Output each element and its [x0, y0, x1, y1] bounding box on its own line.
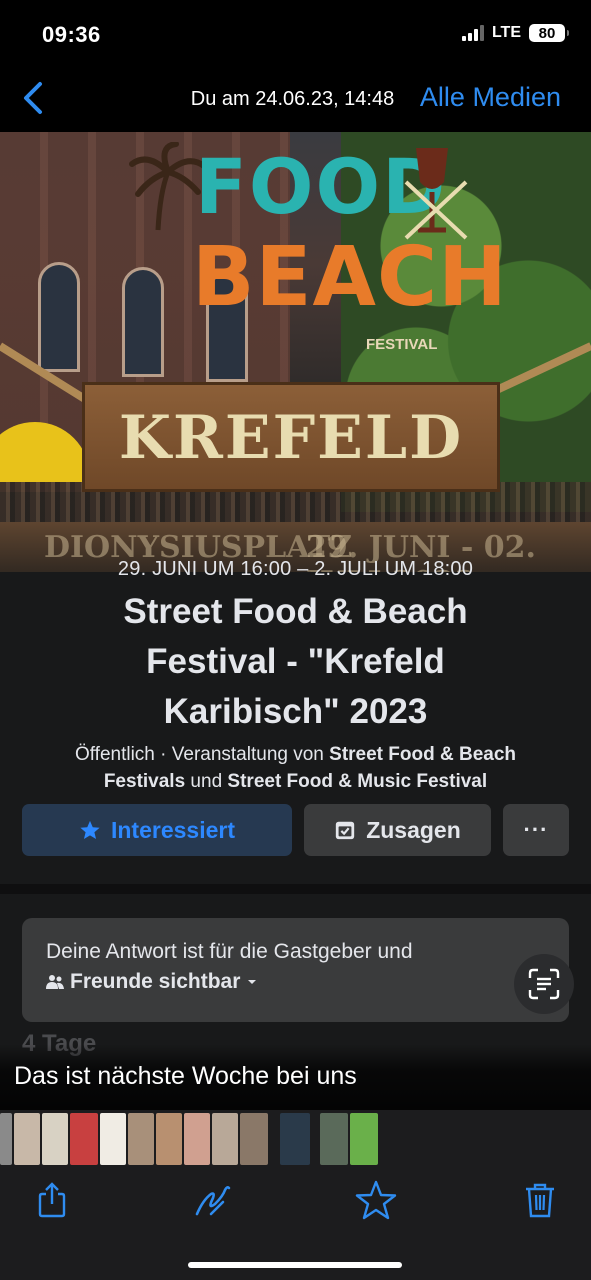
- host-and: und: [185, 771, 228, 792]
- logo-festival: FESTIVAL: [366, 336, 438, 353]
- thumbnail[interactable]: [240, 1113, 268, 1165]
- host-link[interactable]: Street Food & Music Festival: [227, 771, 487, 792]
- thumbnail[interactable]: [184, 1113, 210, 1165]
- thumbnail[interactable]: [0, 1113, 12, 1165]
- event-title-line: Festival - "Krefeld: [146, 642, 445, 681]
- thumbnail[interactable]: [280, 1113, 310, 1165]
- status-time: 09:36: [42, 22, 101, 47]
- calendar-check-icon: [336, 821, 355, 840]
- going-label: Zusagen: [366, 816, 461, 843]
- thumbnail[interactable]: [70, 1113, 98, 1165]
- event-date: 29. JUNI UM 16:00 – 2. JULI UM 18:00: [117, 558, 474, 580]
- event-title-line: Karibisch" 2023: [163, 692, 428, 731]
- signal-icon: [461, 25, 484, 41]
- event-poster: FOOD BEACH FESTIVAL KREFELD DIONYSIUSPLA…: [0, 132, 591, 572]
- trash-icon[interactable]: [520, 1180, 560, 1220]
- event-host-line: Öffentlich · Veranstaltung von Street Fo…: [0, 741, 591, 795]
- building-window: [122, 267, 164, 377]
- event-visibility: Öffentlich · Veranstaltung von: [74, 744, 330, 765]
- section-divider: [0, 884, 591, 894]
- navigation-bar: Du am 24.06.23, 14:48 Alle Medien: [0, 66, 591, 132]
- thumbnail[interactable]: [14, 1113, 40, 1165]
- live-text-button[interactable]: [514, 954, 574, 1014]
- star-icon: [80, 820, 100, 839]
- thumbnail[interactable]: [320, 1113, 348, 1165]
- friends-icon: [46, 975, 64, 989]
- wooden-sign: KREFELD: [82, 382, 500, 492]
- more-button[interactable]: ···: [503, 804, 569, 856]
- audience-selector[interactable]: Freunde sichtbar: [46, 970, 545, 994]
- host-link-cont[interactable]: Festivals: [104, 771, 185, 792]
- thumbnail[interactable]: [350, 1113, 378, 1165]
- thumbnail[interactable]: [100, 1113, 126, 1165]
- wine-glass-icon: [404, 148, 468, 240]
- caret-down-icon: [248, 980, 257, 984]
- all-media-button[interactable]: Alle Medien: [420, 82, 561, 113]
- building-window: [38, 262, 80, 372]
- markup-icon[interactable]: [193, 1180, 233, 1220]
- thumbnail[interactable]: [128, 1113, 154, 1165]
- thumbnail-strip[interactable]: [0, 1110, 591, 1168]
- bottom-toolbar: [0, 1168, 591, 1280]
- star-icon[interactable]: [354, 1180, 397, 1220]
- event-title-line: Street Food & Beach: [123, 592, 468, 631]
- answer-text: Deine Antwort ist für die Gastgeber und: [46, 940, 413, 963]
- going-button[interactable]: Zusagen: [304, 804, 491, 856]
- event-title: Street Food & Beach Festival - "Krefeld …: [0, 587, 591, 737]
- live-text-icon: [528, 968, 560, 1000]
- thumbnail[interactable]: [156, 1113, 182, 1165]
- interested-label: Interessiert: [110, 816, 235, 843]
- event-actions: Interessiert Zusagen ···: [22, 804, 569, 856]
- host-link[interactable]: Street Food & Beach: [329, 744, 516, 765]
- answer-visibility-card: Deine Antwort ist für die Gastgeber und …: [22, 918, 569, 1022]
- network-label: LTE: [491, 24, 521, 41]
- status-bar: 09:36 LTE 80: [0, 0, 591, 66]
- photo-view[interactable]: FOOD BEACH FESTIVAL KREFELD DIONYSIUSPLA…: [0, 132, 591, 1172]
- thumbnail[interactable]: [42, 1113, 68, 1165]
- thumbnail[interactable]: [212, 1113, 238, 1165]
- share-icon[interactable]: [32, 1180, 72, 1220]
- battery-icon: 80: [529, 24, 569, 42]
- logo-beach: BEACH: [192, 230, 508, 325]
- photo-caption: Das ist nächste Woche bei uns: [14, 1062, 357, 1090]
- event-info: 29. JUNI UM 16:00 – 2. JULI UM 18:00 Str…: [0, 558, 591, 795]
- home-indicator[interactable]: [188, 1262, 402, 1268]
- status-indicators: LTE 80: [461, 24, 569, 42]
- interested-button[interactable]: Interessiert: [22, 804, 292, 856]
- sign-city: KREFELD: [118, 403, 464, 473]
- audience-label: Freunde sichtbar: [70, 970, 241, 993]
